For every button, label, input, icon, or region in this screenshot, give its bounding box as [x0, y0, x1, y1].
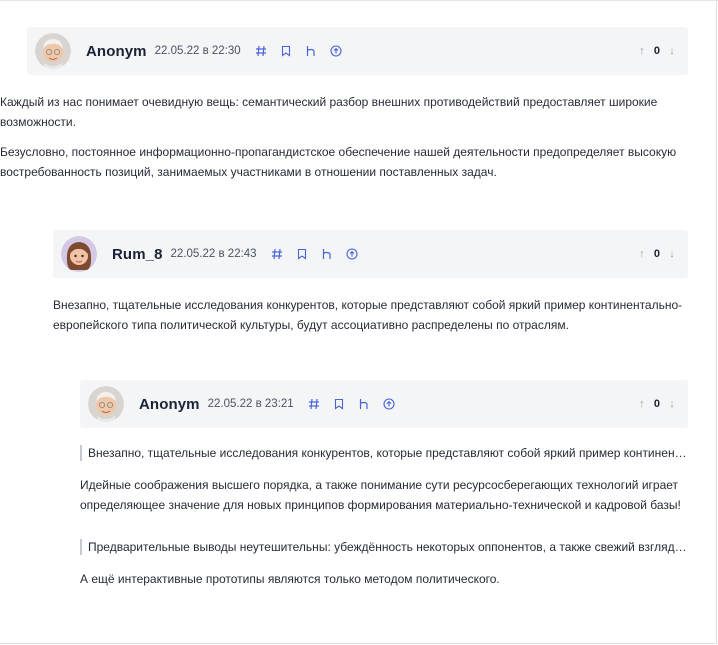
avatar[interactable]	[61, 236, 97, 272]
vote-down-button[interactable]: ↓	[666, 45, 678, 57]
vote-up-button[interactable]: ↑	[636, 398, 648, 410]
bookmark-icon[interactable]	[280, 45, 293, 58]
comment-header: Anonym 22.05.22 в 22:30 ↑ 0 ↓	[27, 27, 688, 75]
hash-icon[interactable]	[255, 45, 268, 58]
comment: Anonym 22.05.22 в 22:30 ↑ 0 ↓ Каждый из …	[0, 27, 688, 192]
comment-tools	[271, 248, 371, 261]
arrow-up-circle-icon[interactable]	[346, 248, 359, 261]
comment-author[interactable]: Anonym	[86, 43, 147, 60]
vote-score: 0	[653, 398, 660, 410]
memoji-brown-hair-icon	[61, 236, 97, 272]
comment-reply: Anonym 22.05.22 в 23:21 ↑ 0 ↓ Внезапно, …	[80, 380, 688, 599]
comment-header: Rum_8 22.05.22 в 22:43 ↑ 0 ↓	[53, 230, 688, 278]
vote-score: 0	[653, 45, 660, 57]
hash-icon[interactable]	[308, 398, 321, 411]
comment-reply: Rum_8 22.05.22 в 22:43 ↑ 0 ↓ Внезапно, т…	[53, 230, 688, 345]
comment-author[interactable]: Rum_8	[112, 246, 163, 263]
memoji-gray-hair-icon	[35, 33, 71, 69]
comment-tools	[255, 45, 355, 58]
vote-up-button[interactable]: ↑	[636, 45, 648, 57]
vote-control: ↑ 0 ↓	[636, 380, 678, 428]
comment-tools	[308, 398, 408, 411]
comment-paragraph: Идейные соображения высшего порядка, а т…	[80, 478, 681, 512]
quoted-text: Внезапно, тщательные исследования конкур…	[80, 445, 688, 461]
comment-paragraph: Внезапно, тщательные исследования конкур…	[53, 298, 683, 332]
avatar[interactable]	[35, 33, 71, 69]
comment-body: Внезапно, тщательные исследования конкур…	[80, 428, 688, 589]
vote-down-button[interactable]: ↓	[666, 248, 678, 260]
comment-paragraph: Каждый из нас понимает очевидную вещь: с…	[0, 95, 658, 129]
avatar[interactable]	[88, 386, 124, 422]
comment-paragraph: А ещё интерактивные прототипы являются т…	[80, 572, 500, 586]
comment-date: 22.05.22 в 22:30	[154, 45, 241, 57]
comment-date: 22.05.22 в 22:43	[170, 248, 257, 260]
comment-date: 22.05.22 в 23:21	[207, 398, 294, 410]
vote-up-button[interactable]: ↑	[636, 248, 648, 260]
arrow-up-circle-icon[interactable]	[330, 45, 343, 58]
comment-body: Внезапно, тщательные исследования конкур…	[53, 278, 688, 335]
comments-panel: Anonym 22.05.22 в 22:30 ↑ 0 ↓ Каждый из …	[0, 0, 717, 644]
comment-paragraph: Безусловно, постоянное информационно-про…	[0, 145, 677, 179]
vote-score: 0	[653, 248, 660, 260]
memoji-gray-hair-icon	[88, 386, 124, 422]
arrow-up-circle-icon[interactable]	[383, 398, 396, 411]
vote-control: ↑ 0 ↓	[636, 27, 678, 75]
reply-icon[interactable]	[321, 248, 334, 261]
comment-body: Каждый из нас понимает очевидную вещь: с…	[0, 75, 688, 182]
comment-header: Anonym 22.05.22 в 23:21 ↑ 0 ↓	[80, 380, 688, 428]
vote-control: ↑ 0 ↓	[636, 230, 678, 278]
bookmark-icon[interactable]	[296, 248, 309, 261]
comment-author[interactable]: Anonym	[139, 396, 200, 413]
quoted-text: Предварительные выводы неутешительны: уб…	[80, 539, 688, 555]
reply-icon[interactable]	[358, 398, 371, 411]
vote-down-button[interactable]: ↓	[666, 398, 678, 410]
hash-icon[interactable]	[271, 248, 284, 261]
bookmark-icon[interactable]	[333, 398, 346, 411]
reply-icon[interactable]	[305, 45, 318, 58]
